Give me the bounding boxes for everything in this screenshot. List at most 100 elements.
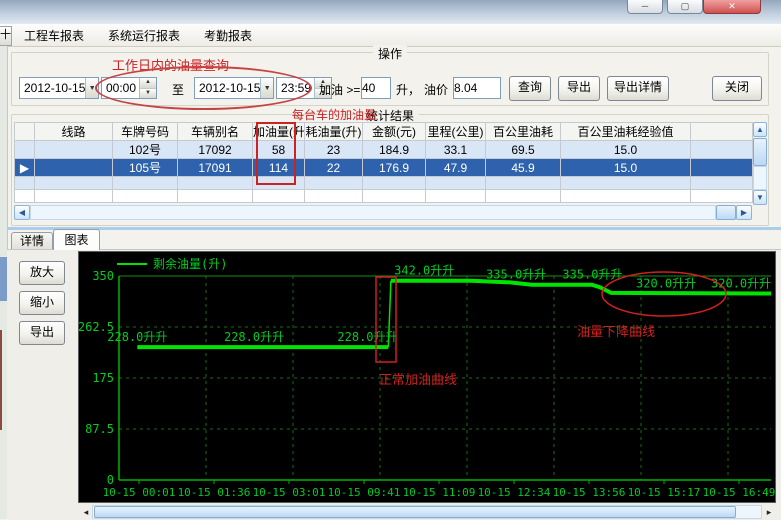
table-cell[interactable]: 15.0 — [561, 159, 691, 177]
table-cell[interactable]: 184.9 — [363, 141, 426, 159]
date-to-combo[interactable]: 2012-10-15 ▼ — [194, 77, 274, 99]
table-cell — [178, 177, 253, 190]
scroll-up-icon[interactable]: ▲ — [753, 122, 767, 137]
table-cell — [253, 190, 305, 203]
table-cell — [561, 190, 691, 203]
query-button[interactable]: 查询 — [509, 76, 551, 101]
zoom-in-button[interactable]: 放大 — [19, 261, 65, 285]
column-header[interactable]: 金额(元) — [363, 123, 426, 141]
table-cell[interactable]: 23 — [305, 141, 363, 159]
close-window-button[interactable]: ✕ — [703, 0, 761, 14]
chart-hscrollbar[interactable]: ◂ ▸ — [80, 505, 776, 519]
close-button[interactable]: 关闭 — [712, 76, 762, 101]
table-cell — [15, 190, 35, 203]
table-cell — [113, 190, 178, 203]
tab-chart[interactable]: 图表 — [53, 229, 100, 250]
export-button[interactable]: 导出 — [558, 76, 600, 101]
column-header[interactable]: 线路 — [35, 123, 113, 141]
column-header[interactable]: 车牌号码 — [113, 123, 178, 141]
scroll-right-icon[interactable]: ▶ — [736, 205, 752, 220]
export-chart-button[interactable]: 导出 — [19, 321, 65, 345]
menu-item[interactable]: 考勤报表 — [194, 25, 262, 45]
table-cell — [363, 177, 426, 190]
refuel-column-annotation: 每台车的加油量 — [292, 106, 376, 123]
scroll-left-icon[interactable]: ◀ — [14, 205, 30, 220]
menu-item[interactable]: 工程车报表 — [14, 25, 94, 45]
table-cell[interactable]: 102号 — [113, 141, 178, 159]
table-cell[interactable]: 114 — [253, 159, 305, 177]
table-cell[interactable]: 69.5 — [486, 141, 561, 159]
y-axis-tick-label: 175 — [92, 371, 114, 385]
data-point-label: 335.0升升 — [486, 268, 546, 282]
table-cell[interactable]: 176.9 — [363, 159, 426, 177]
spin-down-icon[interactable]: ▼ — [140, 89, 156, 99]
data-point-label: 320.0升升 — [636, 276, 696, 290]
table-cell[interactable] — [691, 159, 753, 177]
export-detail-button[interactable]: 导出详情 — [607, 76, 669, 101]
time-from-spinner[interactable]: 00:00 ▲▼ — [101, 77, 157, 99]
fuel-chart: 087.5175262.535010-15 00:0110-15 01:3610… — [79, 252, 775, 502]
column-header[interactable]: 百公里油耗 — [486, 123, 561, 141]
table-cell[interactable]: 15.0 — [561, 141, 691, 159]
scroll-down-icon[interactable]: ▼ — [753, 190, 767, 205]
y-axis-tick-label: 0 — [107, 473, 114, 487]
table-cell[interactable] — [35, 141, 113, 159]
table-cell[interactable]: 47.9 — [426, 159, 486, 177]
date-from-combo[interactable]: 2012-10-15 ▼ — [19, 77, 99, 99]
table-cell — [426, 190, 486, 203]
column-header[interactable]: 里程(公里) — [426, 123, 486, 141]
spin-up-icon[interactable]: ▲ — [140, 78, 156, 89]
table-cell[interactable]: 45.9 — [486, 159, 561, 177]
partial-toolbar-button[interactable]: 十 — [0, 26, 12, 46]
column-header[interactable] — [691, 123, 753, 141]
column-header[interactable]: 耗油量(升) — [305, 123, 363, 141]
title-bar — [0, 0, 781, 25]
zoom-out-button[interactable]: 缩小 — [19, 291, 65, 315]
table-header-row: 线路车牌号码车辆别名加油量(升)耗油量(升)金额(元)里程(公里)百公里油耗百公… — [15, 123, 753, 141]
table-hscroll-thumb[interactable] — [716, 205, 736, 220]
refuel-min-input[interactable]: 40 — [361, 77, 391, 99]
table-cell — [486, 190, 561, 203]
table-cell[interactable]: 105号 — [113, 159, 178, 177]
table-cell[interactable]: 58 — [253, 141, 305, 159]
price-label: 油价 — [424, 81, 448, 98]
range-separator-label: 至 — [172, 81, 184, 98]
scroll-left-icon[interactable]: ◂ — [80, 507, 92, 518]
table-cell — [363, 190, 426, 203]
chevron-down-icon[interactable]: ▼ — [85, 78, 98, 98]
data-point-label: 342.0升升 — [394, 264, 454, 278]
row-selector-arrow[interactable]: ▶ — [15, 159, 35, 177]
column-header[interactable]: 百公里油耗经验值 — [561, 123, 691, 141]
table-cell[interactable] — [35, 159, 113, 177]
table-cell — [486, 177, 561, 190]
table-row[interactable]: ▶ 105号1709111422176.947.945.915.0 — [15, 159, 753, 177]
chevron-down-icon[interactable]: ▼ — [260, 78, 273, 98]
row-selector[interactable] — [15, 141, 35, 159]
minimize-button[interactable]: ─ — [627, 0, 663, 14]
menu-bar-items: 工程车报表系统运行报表考勤报表 — [14, 25, 262, 45]
table-cell[interactable] — [691, 141, 753, 159]
menu-item[interactable]: 系统运行报表 — [98, 25, 190, 45]
table-hscrollbar[interactable]: ◀ ▶ — [14, 205, 752, 220]
scroll-right-icon[interactable]: ▸ — [762, 507, 776, 518]
table-cell — [426, 177, 486, 190]
column-header[interactable] — [15, 123, 35, 141]
price-input[interactable]: 8.04 — [453, 77, 501, 99]
refuel-threshold-label: 加油 >= — [319, 81, 360, 98]
table-cell[interactable]: 17092 — [178, 141, 253, 159]
table-cell[interactable]: 22 — [305, 159, 363, 177]
fuel-drop-label: 油量下降曲线 — [577, 325, 655, 340]
tab-details[interactable]: 详情 — [11, 232, 53, 250]
table-cell — [305, 177, 363, 190]
liter-unit-label: 升， — [396, 81, 420, 98]
column-header[interactable]: 车辆别名 — [178, 123, 253, 141]
table-cell[interactable]: 33.1 — [426, 141, 486, 159]
table-row[interactable]: 102号170925823184.933.169.515.0 — [15, 141, 753, 159]
table-vscrollbar[interactable]: ▲ ▼ — [753, 122, 767, 202]
table-vscroll-thumb[interactable] — [753, 138, 767, 166]
chart-hscroll-thumb[interactable] — [94, 506, 736, 518]
maximize-button[interactable]: ▢ — [667, 0, 703, 14]
table-cell[interactable]: 17091 — [178, 159, 253, 177]
column-header[interactable]: 加油量(升) — [253, 123, 305, 141]
table-cell — [178, 190, 253, 203]
